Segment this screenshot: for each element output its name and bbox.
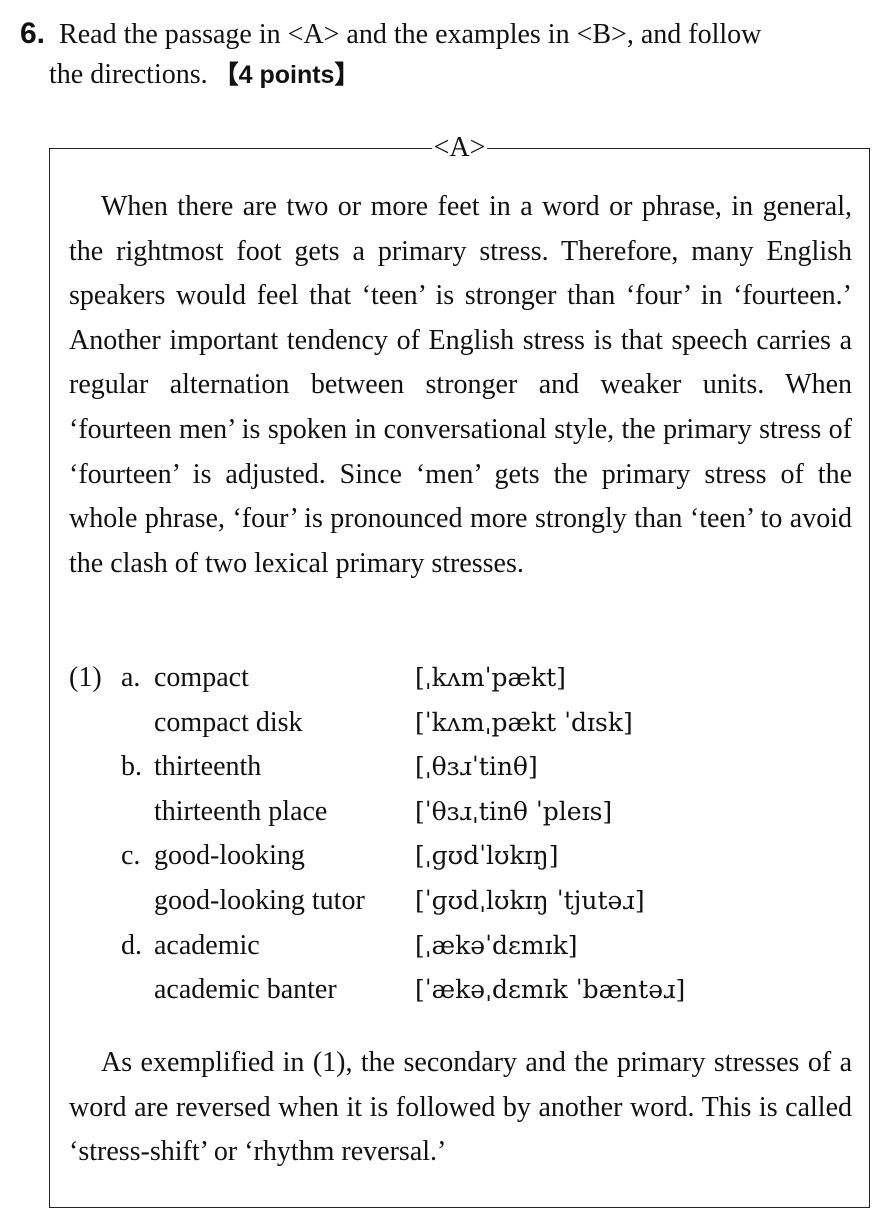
question-instruction-line1: 6. Read the passage in <A> and the exampl… [20,14,880,55]
example-transcription: [ˌɡʊdˈlʊkɪŋ] [415,841,559,871]
instruction-text-line2: the directions. [49,59,208,90]
example-letter: c. [121,840,141,872]
example-number: (1) [69,662,102,693]
example-row: b. thirteenth [ˌθɜɹˈtinθ] [69,745,852,790]
example-list: (1) a. compact [ˌkʌmˈpækt] compact disk … [69,656,852,1013]
passage-label: <A> [431,132,488,163]
example-word: academic [154,929,260,961]
example-word: academic banter [154,974,337,1006]
example-row: (1) a. compact [ˌkʌmˈpækt] [69,656,852,701]
example-letter: a. [121,662,141,693]
passage-paragraph-2: As exemplified in (1), the secondary and… [69,1047,852,1168]
example-transcription: [ˈθɜɹˌtinθ ˈpleɪs] [415,796,613,826]
example-word: thirteenth place [154,795,328,827]
example-word: compact [154,662,249,693]
question-number: 6. [20,17,46,50]
passage-paragraph-1: When there are two or more feet in a wor… [69,191,852,579]
example-letter: d. [121,929,142,961]
example-letter: b. [121,751,142,783]
example-row: compact disk [ˈkʌmˌpækt ˈdɪsk] [69,701,852,746]
example-word: good-looking [154,840,305,872]
example-row: good-looking tutor [ˈɡʊdˌlʊkɪŋ ˈtjutəɹ] [69,879,852,924]
example-word: compact disk [154,706,303,738]
example-transcription: [ˌθɜɹˈtinθ] [415,752,538,782]
example-row: d. academic [ˌækəˈdɛmɪk] [69,924,852,969]
passage-box-a: <A> When there are two or more feet in a… [49,133,870,1208]
instruction-text-line1: Read the passage in <A> and the examples… [59,19,762,50]
example-word: thirteenth [154,751,262,783]
example-transcription: [ˈækəˌdɛmɪk ˈbæntəɹ] [415,975,686,1005]
example-word: good-looking tutor [154,884,365,916]
example-transcription: [ˈkʌmˌpækt ˈdɪsk] [415,707,633,737]
example-transcription: [ˌækəˈdɛmɪk] [415,930,578,960]
question-header: 6. Read the passage in <A> and the exampl… [20,14,880,95]
points-label: 【4 points】 [213,61,360,89]
example-row: c. good-looking [ˌɡʊdˈlʊkɪŋ] [69,834,852,879]
question-instruction-line2: the directions. 【4 points】 [49,55,880,95]
example-row: thirteenth place [ˈθɜɹˌtinθ ˈpleɪs] [69,790,852,835]
example-transcription: [ˈɡʊdˌlʊkɪŋ ˈtjutəɹ] [415,885,645,915]
example-transcription: [ˌkʌmˈpækt] [415,663,566,692]
example-row: academic banter [ˈækəˌdɛmɪk ˈbæntəɹ] [69,968,852,1013]
